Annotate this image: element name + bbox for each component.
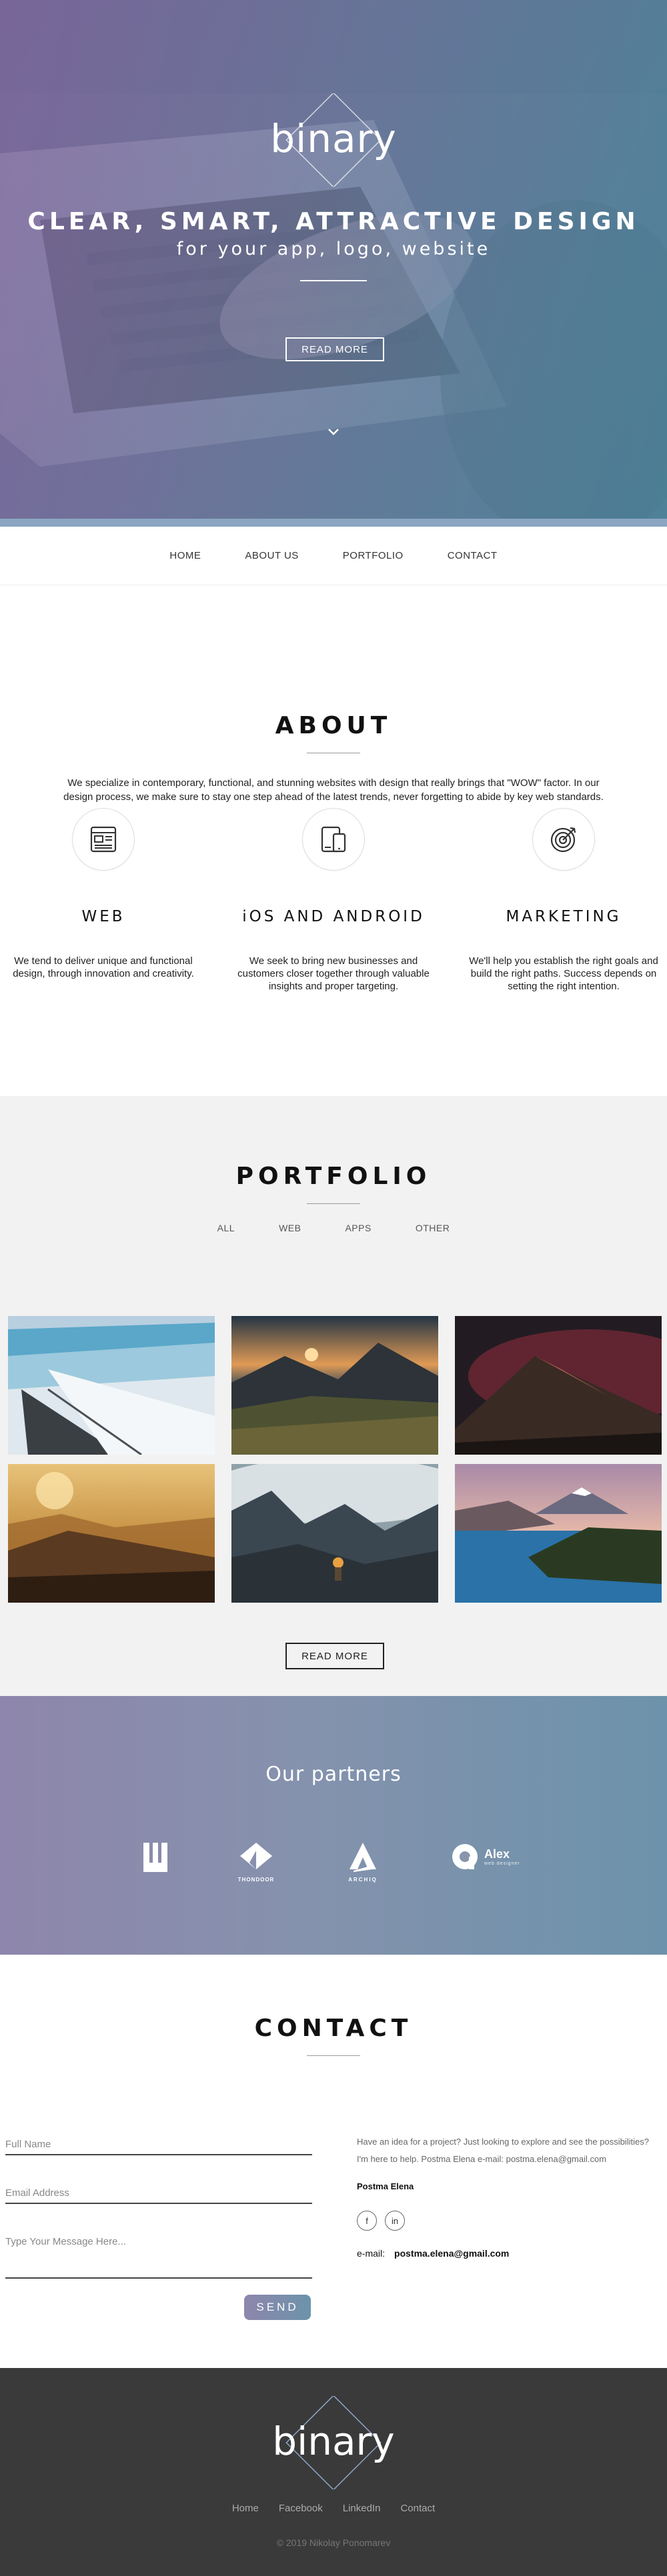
footer: binary Home Facebook LinkedIn Contact © … — [0, 2368, 667, 2576]
service-ios-android: iOS AND ANDROID We seek to bring new bus… — [230, 808, 437, 993]
hero-title: CLEAR, SMART, ATTRACTIVE DESIGN — [27, 208, 640, 235]
about-title: ABOUT — [275, 712, 392, 739]
contact-divider — [307, 2055, 360, 2056]
email-field[interactable] — [5, 2185, 312, 2203]
filter-other[interactable]: OTHER — [416, 1223, 450, 1233]
portfolio-item-fuji-lake[interactable] — [455, 1464, 662, 1603]
message-field-wrap — [5, 2233, 312, 2279]
email-field-wrap — [5, 2185, 312, 2204]
email-link[interactable]: postma.elena@gmail.com — [394, 2248, 509, 2259]
filter-web[interactable]: WEB — [279, 1223, 301, 1233]
portfolio-item-mountain-sunset[interactable] — [231, 1316, 438, 1455]
service-icon-circle — [72, 808, 135, 871]
archiq-mark-icon — [350, 1843, 376, 1872]
alex-text: Alex — [484, 1847, 510, 1861]
portfolio-item-golden-hills[interactable] — [8, 1464, 215, 1603]
footer-link-linkedin[interactable]: LinkedIn — [343, 2503, 381, 2514]
contact-intro-line1: Have an idea for a project? Just looking… — [357, 2137, 649, 2147]
nav-home[interactable]: HOME — [169, 550, 201, 561]
contact-person-name: Postma Elena — [357, 2181, 414, 2191]
binary-logo[interactable]: binary — [260, 93, 407, 187]
hero-divider — [300, 280, 367, 281]
web-layout-icon — [90, 826, 117, 853]
hero-section: binary CLEAR, SMART, ATTRACTIVE DESIGN f… — [0, 0, 667, 527]
portfolio-filters: ALL WEB APPS OTHER — [0, 1223, 667, 1233]
thondoor-logo[interactable]: THONDOOR — [237, 1843, 275, 1883]
service-title: MARKETING — [506, 908, 622, 925]
email-label: e-mail: — [357, 2248, 386, 2259]
footer-link-facebook[interactable]: Facebook — [279, 2503, 323, 2514]
hero-color-overlay — [0, 0, 667, 527]
service-icon-circle — [302, 808, 365, 871]
contact-intro: Have an idea for a project? Just looking… — [357, 2133, 664, 2168]
linkedin-icon[interactable]: in — [385, 2211, 405, 2231]
portfolio-divider — [307, 1203, 360, 1204]
service-text: We'll help you establish the right goals… — [469, 955, 658, 992]
portfolio-read-more-button[interactable]: READ MORE — [285, 1643, 384, 1669]
footer-binary-logo[interactable]: binary — [260, 2396, 407, 2489]
service-title: WEB — [81, 908, 125, 925]
portfolio-item-glacier[interactable] — [8, 1316, 215, 1455]
send-button[interactable]: SEND — [244, 2295, 311, 2320]
footer-link-contact[interactable]: Contact — [400, 2503, 435, 2514]
contact-intro-line2: I'm here to help. Postma Elena e-mail: p… — [357, 2154, 607, 2164]
message-field[interactable] — [5, 2233, 312, 2274]
portfolio-item-red-mountain[interactable] — [455, 1316, 662, 1455]
service-icon-circle — [532, 808, 595, 871]
contact-title: CONTACT — [254, 2015, 413, 2042]
footer-links: Home Facebook LinkedIn Contact — [0, 2503, 667, 2514]
w-brand-logo[interactable] — [143, 1843, 167, 1872]
partners-section: Our partners THONDOOR ARCHIQ Alex web de… — [0, 1696, 667, 1955]
alex-subtext: web designer — [484, 1861, 520, 1866]
contact-section: CONTACT SEND Have an idea for a project?… — [0, 1955, 667, 2368]
chevron-down-icon[interactable] — [325, 424, 342, 440]
partners-title: Our partners — [265, 1763, 402, 1786]
footer-copyright: © 2019 Nikolay Ponomarev — [276, 2537, 391, 2548]
portfolio-title: PORTFOLIO — [235, 1163, 432, 1190]
target-icon — [550, 827, 576, 853]
service-text: We seek to bring new businesses and cust… — [237, 955, 430, 992]
service-web: WEB We tend to deliver unique and functi… — [0, 808, 207, 980]
thondoor-text: THONDOOR — [237, 1877, 275, 1883]
archiq-logo[interactable]: ARCHIQ — [344, 1843, 382, 1883]
nav-contact[interactable]: CONTACT — [448, 550, 498, 561]
portfolio-section: PORTFOLIO ALL WEB APPS OTHER READ MORE — [0, 1096, 667, 1696]
nav-about-us[interactable]: ABOUT US — [245, 550, 298, 561]
alex-logo[interactable]: Alex web designer — [451, 1843, 520, 1871]
devices-icon — [321, 826, 346, 853]
contact-email-row: e-mail: postma.elena@gmail.com — [357, 2248, 509, 2259]
footer-link-home[interactable]: Home — [232, 2503, 259, 2514]
hero-bottom-strip — [0, 519, 667, 527]
main-nav: HOME ABOUT US PORTFOLIO CONTACT — [0, 527, 667, 585]
hero-subtitle: for your app, logo, website — [176, 239, 491, 259]
logo-text: binary — [270, 116, 396, 161]
about-description: We specialize in contemporary, functiona… — [63, 777, 604, 803]
filter-apps[interactable]: APPS — [345, 1223, 371, 1233]
full-name-field[interactable] — [5, 2136, 312, 2154]
service-title: iOS AND ANDROID — [242, 908, 425, 925]
footer-logo-text: binary — [272, 2419, 394, 2464]
filter-all[interactable]: ALL — [217, 1223, 235, 1233]
portfolio-item-rocky-camp[interactable] — [231, 1464, 438, 1603]
full-name-field-wrap — [5, 2136, 312, 2155]
hero-read-more-button[interactable]: READ MORE — [285, 337, 384, 361]
thondoor-mark-icon — [240, 1843, 272, 1869]
service-marketing: MARKETING We'll help you establish the r… — [460, 808, 667, 993]
archiq-text: ARCHIQ — [348, 1877, 378, 1883]
service-text: We tend to deliver unique and functional… — [13, 955, 194, 979]
alex-mark-icon — [452, 1844, 478, 1869]
nav-portfolio[interactable]: PORTFOLIO — [343, 550, 404, 561]
facebook-icon[interactable]: f — [357, 2211, 377, 2231]
